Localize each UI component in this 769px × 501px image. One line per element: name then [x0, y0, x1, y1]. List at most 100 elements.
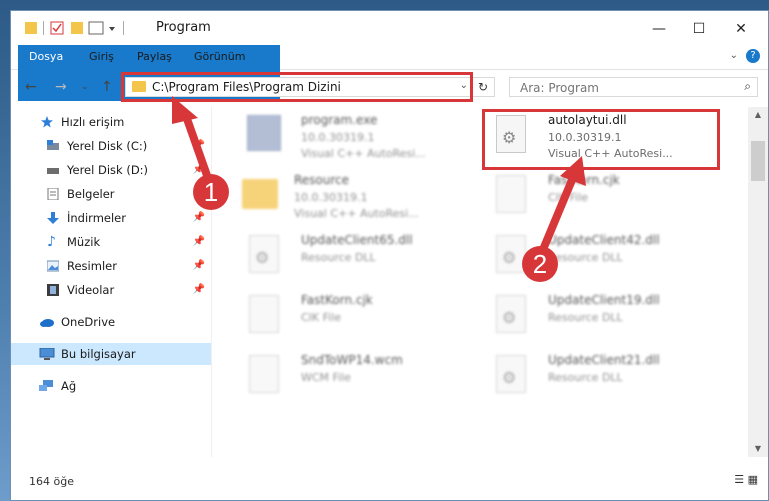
- chevron-down-icon: [109, 27, 115, 31]
- sidebar-item-label: Belgeler: [67, 187, 115, 201]
- sidebar-item-disk-c[interactable]: Yerel Disk (C:) 📌: [11, 135, 211, 157]
- pane-divider[interactable]: [211, 107, 212, 457]
- network-icon: [39, 380, 53, 391]
- file-name: FastKorn.cjk: [548, 173, 620, 187]
- pin-icon[interactable]: 📌: [193, 135, 205, 157]
- sidebar-item-this-pc[interactable]: Bu bilgisayar: [11, 343, 211, 365]
- dll-file-icon: ⚙: [496, 295, 526, 333]
- file-name: UpdateClient42.dll: [548, 233, 660, 247]
- expand-ribbon-icon[interactable]: ⌄: [730, 50, 738, 61]
- file-tile-updateclient65-dll[interactable]: ⚙ UpdateClient65.dll Resource DLL: [231, 229, 471, 285]
- file-tile-updateclient21-dll[interactable]: ⚙ UpdateClient21.dll Resource DLL: [478, 349, 718, 405]
- file-tile-fastkorn-cjk-2[interactable]: FastKorn.cjk CIK File: [231, 289, 471, 345]
- scroll-up-icon[interactable]: ▲: [748, 107, 768, 123]
- sidebar-item-disk-d[interactable]: Yerel Disk (D:) 📌: [11, 159, 211, 181]
- gear-icon: ⚙: [502, 368, 517, 387]
- gear-icon: ⚙: [502, 248, 517, 267]
- dll-file-icon: ⚙: [496, 355, 526, 393]
- file-name: UpdateClient65.dll: [301, 233, 413, 247]
- file-tile-sndtowp14-wcm[interactable]: SndToWP14.wcm WCM File: [231, 349, 471, 405]
- maximize-button[interactable]: ☐: [679, 17, 719, 41]
- sidebar-item-downloads[interactable]: İndirmeler 📌: [11, 207, 211, 229]
- help-icon[interactable]: ?: [746, 49, 760, 63]
- drive-icon: [47, 168, 59, 174]
- pin-icon[interactable]: 📌: [193, 279, 205, 301]
- search-input[interactable]: [518, 79, 722, 97]
- gear-icon: ⚙: [502, 308, 517, 327]
- pin-icon[interactable]: 📌: [193, 207, 205, 229]
- customize-icon: [88, 21, 104, 35]
- file-tile-fastkorn-cjk[interactable]: FastKorn.cjk CIK File: [478, 169, 718, 225]
- status-bar: 164 öğe ☰ ▦: [11, 467, 768, 497]
- file-tile-updateclient19-dll[interactable]: ⚙ UpdateClient19.dll Resource DLL: [478, 289, 718, 345]
- star-icon: [41, 116, 53, 128]
- scroll-thumb[interactable]: [751, 141, 765, 181]
- file-type: CIK File: [548, 191, 589, 204]
- drive-icon: [47, 140, 59, 150]
- forward-arrow-icon[interactable]: →: [55, 79, 67, 95]
- tab-view[interactable]: Görünüm: [186, 45, 253, 69]
- generic-file-icon: [496, 175, 526, 213]
- sidebar-item-label: İndirmeler: [67, 211, 126, 225]
- sidebar-item-label: Resimler: [67, 259, 117, 273]
- window-title: Program: [156, 20, 211, 35]
- tab-home[interactable]: Giriş: [81, 45, 122, 69]
- sidebar-item-quick-access[interactable]: Hızlı erişim: [11, 111, 211, 133]
- tiles-view-icon[interactable]: ▦: [748, 473, 758, 486]
- close-button[interactable]: ✕: [721, 17, 761, 41]
- file-name: FastKorn.cjk: [301, 293, 373, 307]
- file-name: UpdateClient19.dll: [548, 293, 660, 307]
- scroll-down-icon[interactable]: ▼: [748, 441, 768, 457]
- sidebar-item-label: Yerel Disk (D:): [67, 163, 149, 177]
- sidebar-item-network[interactable]: Ağ: [11, 375, 211, 397]
- file-type: CIK File: [301, 311, 342, 324]
- step-badge-2: 2: [522, 246, 558, 282]
- search-box[interactable]: ⌕: [509, 77, 758, 97]
- file-name: Resource: [294, 173, 350, 187]
- sidebar-item-label: Ağ: [61, 379, 77, 393]
- up-arrow-icon[interactable]: ↑: [101, 79, 113, 95]
- gear-icon: ⚙: [255, 248, 270, 267]
- refresh-icon[interactable]: ↻: [471, 78, 494, 96]
- title-bar: Program — ☐ ✕: [11, 11, 768, 45]
- vertical-scrollbar[interactable]: ▲ ▼: [748, 107, 768, 457]
- download-arrow-icon: [47, 212, 59, 224]
- file-description: Visual C++ AutoResi...: [294, 207, 419, 220]
- minimize-button[interactable]: —: [639, 17, 679, 41]
- sidebar-item-documents[interactable]: Belgeler 📌: [11, 183, 211, 205]
- sidebar-item-label: Hızlı erişim: [61, 115, 125, 129]
- film-icon: [47, 284, 59, 296]
- file-name: SndToWP14.wcm: [301, 353, 403, 367]
- properties-icon: [50, 21, 64, 35]
- sidebar-item-videos[interactable]: Videolar 📌: [11, 279, 211, 301]
- step-badge-1: 1: [193, 174, 229, 210]
- file-tile-program-exe[interactable]: program.exe 10.0.30319.1 Visual C++ Auto…: [231, 109, 471, 165]
- ribbon-tabs: Dosya Giriş Paylaş Görünüm ⌄ ?: [11, 45, 768, 101]
- sidebar-item-label: Videolar: [67, 283, 115, 297]
- sidebar-item-pictures[interactable]: Resimler 📌: [11, 255, 211, 277]
- documents-icon: [47, 188, 59, 200]
- file-type: Resource DLL: [548, 371, 623, 384]
- pin-icon[interactable]: 📌: [193, 255, 205, 277]
- address-highlight-box: [121, 72, 473, 102]
- navigation-pane: Hızlı erişim Yerel Disk (C:) 📌 Yerel Dis…: [11, 107, 211, 457]
- computer-icon: [39, 348, 55, 360]
- tab-share[interactable]: Paylaş: [129, 45, 180, 69]
- file-type: Resource DLL: [548, 251, 623, 264]
- recent-dropdown-icon[interactable]: ⌄: [81, 82, 89, 92]
- file-tile-resource[interactable]: Resource 10.0.30319.1 Visual C++ AutoRes…: [220, 169, 460, 225]
- sidebar-item-label: OneDrive: [61, 315, 116, 329]
- file-tile-updateclient42-dll[interactable]: ⚙ UpdateClient42.dll Resource DLL: [478, 229, 718, 285]
- generic-file-icon: [249, 295, 279, 333]
- folder-icon: [242, 179, 278, 209]
- pin-icon[interactable]: 📌: [193, 231, 205, 253]
- file-type: Resource DLL: [301, 251, 376, 264]
- quick-access-toolbar[interactable]: [23, 20, 153, 36]
- file-name: UpdateClient21.dll: [548, 353, 660, 367]
- view-toggle[interactable]: ☰ ▦: [734, 473, 758, 486]
- file-version: 10.0.30319.1: [294, 191, 368, 204]
- back-arrow-icon[interactable]: ←: [25, 79, 37, 95]
- sidebar-item-onedrive[interactable]: OneDrive: [11, 311, 211, 333]
- details-view-icon[interactable]: ☰: [734, 473, 744, 486]
- sidebar-item-music[interactable]: ♪ Müzik 📌: [11, 231, 211, 253]
